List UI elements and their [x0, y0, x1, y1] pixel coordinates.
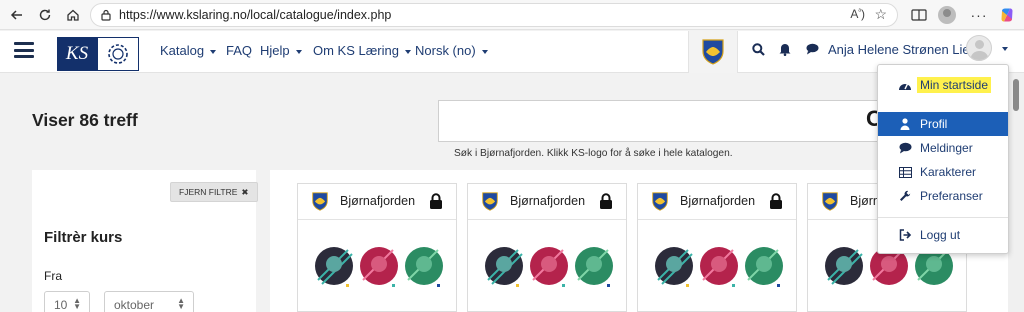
course-card[interactable]: Bjørnafjorden: [637, 183, 797, 312]
menu-item-profile[interactable]: Profil: [878, 112, 1008, 136]
result-count: Viser 86 treff: [32, 110, 138, 130]
user-menu-chevron-icon[interactable]: [1002, 47, 1008, 51]
refresh-icon[interactable]: [34, 4, 56, 26]
favorite-star-icon[interactable]: ☆: [874, 6, 887, 23]
chat-icon[interactable]: [806, 43, 819, 58]
address-bar[interactable]: https://www.kslaring.no/local/catalogue/…: [90, 3, 898, 27]
nav-language[interactable]: Norsk (no): [415, 43, 488, 58]
profile-icon[interactable]: [938, 6, 956, 24]
browser-toolbar: https://www.kslaring.no/local/catalogue/…: [0, 0, 1024, 30]
scrollbar-thumb[interactable]: [1013, 79, 1019, 111]
nav-hjelp-label: Hjelp: [260, 43, 290, 58]
lock-icon[interactable]: [99, 8, 113, 22]
search-icon[interactable]: [752, 43, 765, 59]
clear-filters-label: FJERN FILTRE: [179, 187, 238, 197]
chevron-down-icon: [295, 49, 302, 54]
menu-item-label: Profil: [920, 117, 948, 131]
from-month-select[interactable]: oktober ▲ ▼: [104, 291, 194, 312]
copilot-icon[interactable]: [996, 4, 1018, 26]
nav-katalog-label: Katalog: [160, 43, 205, 58]
card-org: Bjørnafjorden: [510, 194, 586, 208]
ks-logo[interactable]: KS: [57, 37, 139, 71]
card-header: Bjørnafjorden: [638, 184, 796, 220]
from-label: Fra: [44, 269, 62, 283]
menu-item-label: Preferanser: [920, 189, 983, 203]
menu-item-dashboard[interactable]: Min startside: [878, 73, 1008, 97]
filter-title: Filtrèr kurs: [44, 229, 123, 246]
ks-logo-text: KS: [57, 37, 97, 71]
menu-item-label: Karakterer: [920, 165, 977, 179]
dashboard-icon: [898, 78, 912, 92]
menu-item-label: Meldinger: [920, 141, 973, 155]
menu-item-grades[interactable]: Karakterer: [878, 160, 1008, 184]
padlock-icon: [430, 193, 442, 209]
logout-icon: [898, 228, 912, 242]
split-screen-icon[interactable]: [908, 4, 930, 26]
from-day-select[interactable]: 10 ▲ ▼: [44, 291, 90, 312]
padlock-icon: [600, 193, 612, 209]
course-card[interactable]: Bjørnafjorden: [467, 183, 627, 312]
menu-divider: [878, 217, 1008, 218]
read-aloud-icon[interactable]: Aᵃ): [850, 7, 865, 21]
back-icon[interactable]: [6, 4, 28, 26]
crest-icon: [652, 192, 668, 211]
from-day-value: 10: [54, 298, 68, 312]
avatar[interactable]: [966, 35, 992, 61]
chat-icon: [898, 141, 912, 155]
crest-icon: [822, 192, 838, 211]
user-icon: [898, 117, 912, 131]
select-arrows-icon: ▲ ▼: [73, 296, 81, 311]
page-scrollbar[interactable]: [1008, 73, 1024, 312]
menu-item-label: Logg ut: [920, 228, 961, 242]
user-menu-name[interactable]: Anja Helene Strønen Lien: [828, 42, 977, 57]
nav-faq-label: FAQ: [226, 43, 253, 58]
menu-item-logout[interactable]: Logg ut: [878, 223, 1008, 247]
padlock-icon: [770, 193, 782, 209]
table-icon: [898, 165, 912, 179]
hamburger-menu-icon[interactable]: [14, 42, 34, 58]
menu-item-label: Min startside: [917, 77, 992, 93]
course-illustration: [315, 247, 443, 287]
nav-katalog[interactable]: Katalog: [160, 43, 217, 58]
select-arrows-icon: ▲ ▼: [177, 296, 185, 311]
course-illustration: [485, 247, 613, 287]
wrench-icon: [898, 189, 912, 203]
ks-logo-emblem-icon: [97, 37, 139, 71]
home-icon[interactable]: [62, 4, 84, 26]
menu-item-preferences[interactable]: Preferanser: [878, 184, 1008, 208]
url-text: https://www.kslaring.no/local/catalogue/…: [119, 8, 392, 22]
catalogue-search-input[interactable]: [438, 100, 888, 142]
bell-icon[interactable]: [779, 43, 791, 59]
card-header: Bjørnafjorden: [298, 184, 456, 220]
course-illustration: [655, 247, 783, 287]
nav-om-ks-laering[interactable]: Om KS Læring: [313, 43, 411, 58]
chevron-down-icon: [210, 49, 217, 54]
course-card[interactable]: Bjørnafjorden: [297, 183, 457, 312]
nav-om-label: Om KS Læring: [313, 43, 399, 58]
search-hint: Søk i Bjørnafjorden. Klikk KS-logo for å…: [454, 148, 733, 159]
menu-item-messages[interactable]: Meldinger: [878, 136, 1008, 160]
nav-language-label: Norsk (no): [415, 43, 476, 58]
more-icon[interactable]: ···: [968, 4, 990, 26]
crest-icon: [702, 39, 724, 65]
user-dropdown-menu: Min startside Profil Meldinger Karaktere…: [877, 64, 1009, 254]
card-org: Bjørnafjorden: [680, 194, 756, 208]
chevron-down-icon: [404, 49, 411, 54]
nav-hjelp[interactable]: Hjelp: [260, 43, 302, 58]
close-icon: ✖: [241, 186, 249, 197]
nav-faq[interactable]: FAQ: [226, 43, 252, 58]
crest-icon: [312, 192, 328, 211]
from-month-value: oktober: [114, 298, 155, 312]
municipality-crest[interactable]: [688, 31, 738, 73]
chevron-down-icon: [481, 49, 488, 54]
card-header: Bjørnafjorden: [468, 184, 626, 220]
card-org: Bjørnafjorden: [340, 194, 416, 208]
clear-filters-button[interactable]: FJERN FILTRE ✖: [170, 182, 258, 202]
crest-icon: [482, 192, 498, 211]
